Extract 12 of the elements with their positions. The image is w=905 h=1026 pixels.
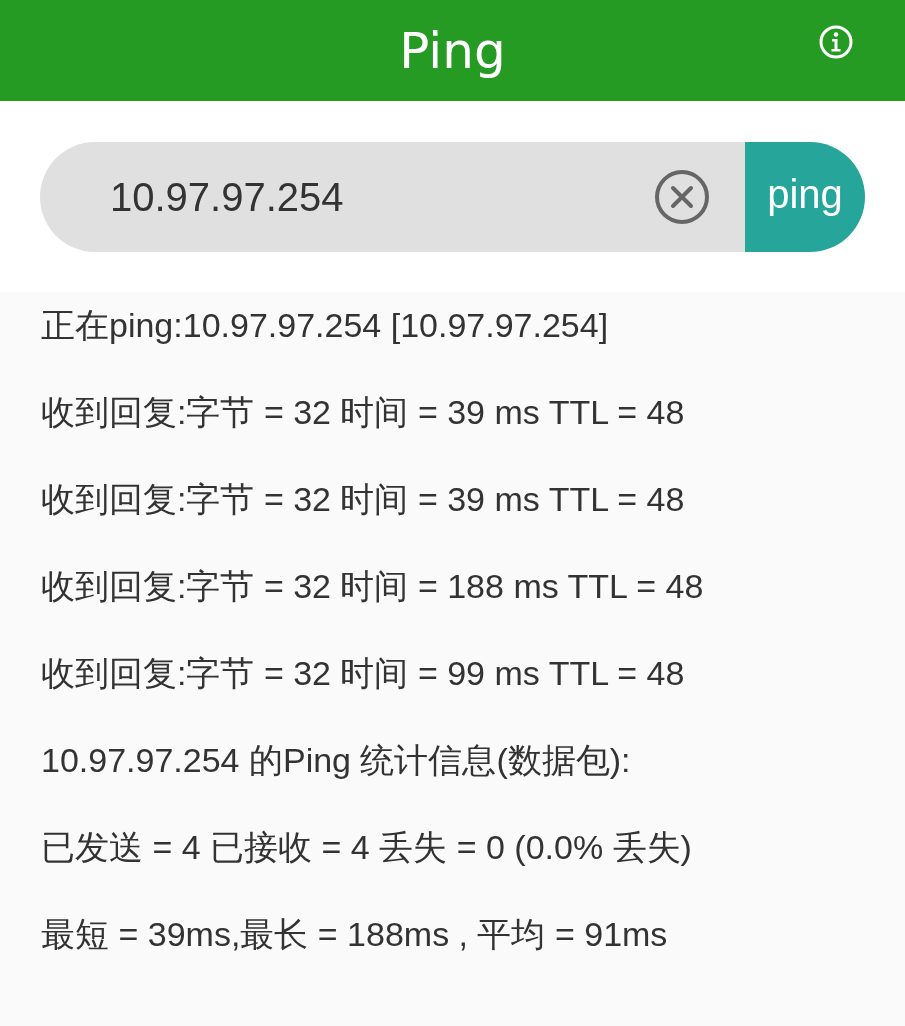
output-line: 收到回复:字节 = 32 时间 = 39 ms TTL = 48 bbox=[41, 479, 686, 520]
output-line: 收到回复:字节 = 32 时间 = 188 ms TTL = 48 bbox=[41, 566, 705, 607]
output-line: 收到回复:字节 = 32 时间 = 39 ms TTL = 48 bbox=[41, 392, 686, 433]
info-icon[interactable] bbox=[818, 24, 854, 60]
output-line: 最短 = 39ms,最长 = 188ms , 平均 = 91ms bbox=[41, 914, 669, 955]
output-line: 已发送 = 4 已接收 = 4 丢失 = 0 (0.0% 丢失) bbox=[41, 827, 693, 868]
app-title: Ping bbox=[399, 21, 506, 80]
clear-icon[interactable] bbox=[654, 169, 710, 225]
output-line: 10.97.97.254 的Ping 统计信息(数据包): bbox=[41, 740, 632, 781]
output-line: 正在ping:10.97.97.254 [10.97.97.254] bbox=[41, 305, 610, 346]
address-field[interactable]: 10.97.97.254 bbox=[40, 142, 745, 252]
output-line: 收到回复:字节 = 32 时间 = 99 ms TTL = 48 bbox=[41, 653, 686, 694]
